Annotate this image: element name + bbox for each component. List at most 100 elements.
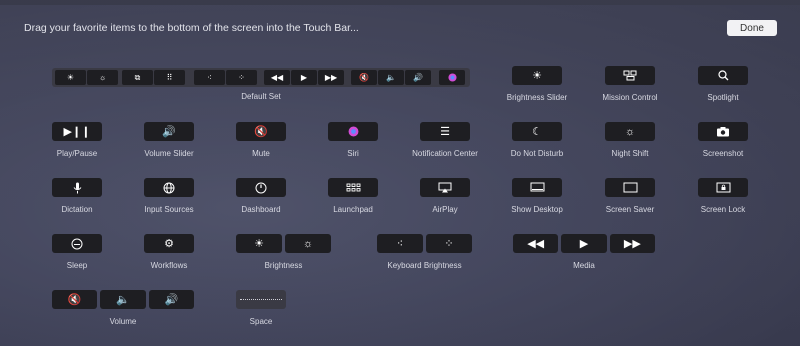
mute-icon: 🔇 [236,122,286,141]
play-icon: ▶ [291,70,317,85]
do-not-disturb-item[interactable]: ☾ Do Not Disturb [497,122,577,158]
default-set-label: Default Set [241,92,281,101]
input-sources-item[interactable]: Input Sources [129,178,209,214]
media-group: ◀◀ ▶ ▶▶ [264,70,344,85]
brightness-group: ☀ ☼ [55,70,118,85]
screen-saver-label: Screen Saver [605,205,655,214]
keyboard-brightness-label: Keyboard Brightness [387,261,462,270]
rewind-icon: ◀◀ [513,234,559,253]
screenshot-item[interactable]: Screenshot [683,122,763,158]
brightness-down-icon: ☀ [55,70,86,85]
volume-down-icon: 🔈 [100,290,146,309]
keyboard-brightness-up-icon: ⁘ [426,234,472,253]
gauge-icon [236,178,286,197]
mute-item[interactable]: 🔇 Mute [221,122,301,158]
workflows-label: Workflows [150,261,188,270]
keyboard-brightness-down-icon: ⁖ [377,234,423,253]
do-not-disturb-label: Do Not Disturb [510,149,564,158]
brightness-item[interactable]: ☀ ☼ Brightness [236,234,331,270]
airplay-label: AirPlay [432,205,458,214]
spotlight-item[interactable]: Spotlight [683,66,763,102]
sun-icon: ☀ [512,66,562,85]
mute-label: Mute [252,149,270,158]
volume-group: 🔇 🔈 🔊 [351,70,431,85]
siri-item[interactable]: Siri [313,122,393,158]
screen-saver-item[interactable]: Screen Saver [590,178,670,214]
volume-up-icon: 🔊 [148,290,194,309]
fast-forward-icon: ▶▶ [609,234,655,253]
brightness-up-icon: ☼ [87,70,118,85]
launchpad-icon: ⠿ [154,70,185,85]
launchpad-label: Launchpad [333,205,373,214]
screen-lock-label: Screen Lock [700,205,746,214]
play-pause-label: Play/Pause [56,149,98,158]
magnifier-icon [698,66,748,85]
screenshot-label: Screenshot [702,149,744,158]
spotlight-label: Spotlight [707,93,739,102]
siri-label: Siri [347,149,359,158]
space-item[interactable]: Space [221,290,301,326]
show-desktop-label: Show Desktop [511,205,563,214]
space-label: Space [249,317,273,326]
media-item[interactable]: ◀◀ ▶ ▶▶ Media [513,234,655,270]
list-icon: ☰ [420,122,470,141]
mission-control-label: Mission Control [602,93,658,102]
grid-icon [328,178,378,197]
siri-group [439,70,465,85]
workflows-item[interactable]: ⚙ Workflows [129,234,209,270]
siri-icon [328,122,378,141]
keyboard-brightness-down-icon: ⁖ [194,70,225,85]
play-icon: ▶ [561,234,607,253]
camera-icon [698,122,748,141]
mission-control-icon: ⧉ [122,70,153,85]
moon-icon: ☾ [512,122,562,141]
fast-forward-icon: ▶▶ [318,70,344,85]
airplay-icon [420,178,470,197]
keyboard-brightness-up-icon: ⁘ [226,70,257,85]
mission-control-group: ⧉ ⠿ [122,70,185,85]
screen-lock-item[interactable]: Screen Lock [683,178,763,214]
dictation-item[interactable]: Dictation [37,178,117,214]
night-shift-label: Night Shift [611,149,649,158]
volume-slider-label: Volume Slider [144,149,194,158]
desktop-icon [512,178,562,197]
space-key [236,290,286,309]
airplay-item[interactable]: AirPlay [405,178,485,214]
volume-down-icon: 🔈 [378,70,404,85]
notification-center-item[interactable]: ☰ Notification Center [405,122,485,158]
dashboard-label: Dashboard [241,205,281,214]
brightness-slider-item[interactable]: ☀ Brightness Slider [497,66,577,102]
volume-item[interactable]: 🔇 🔈 🔊 Volume [52,290,194,326]
volume-slider-item[interactable]: 🔊 Volume Slider [129,122,209,158]
play-pause-item[interactable]: ▶❙❙ Play/Pause [37,122,117,158]
keyboard-brightness-item[interactable]: ⁖ ⁘ Keyboard Brightness [377,234,472,270]
gear-icon: ⚙ [144,234,194,253]
mission-control-icon [605,66,655,85]
volume-label: Volume [109,317,137,326]
mission-control-item[interactable]: Mission Control [590,66,670,102]
play-pause-icon: ▶❙❙ [52,122,102,141]
media-label: Media [573,261,595,270]
done-button[interactable]: Done [727,20,777,36]
default-set-strip[interactable]: ☀ ☼ ⧉ ⠿ ⁖ ⁘ ◀◀ ▶ ▶▶ 🔇 🔈 🔊 Default Set [52,68,470,101]
space-dotted-line [240,299,282,300]
night-shift-item[interactable]: ☼ Night Shift [590,122,670,158]
mute-icon: 🔇 [52,290,98,309]
instruction-text: Drag your favorite items to the bottom o… [24,22,359,34]
brightness-label: Brightness [264,261,303,270]
lock-icon [698,178,748,197]
sleep-label: Sleep [66,261,88,270]
speaker-icon: 🔊 [144,122,194,141]
mute-icon: 🔇 [351,70,377,85]
brightness-up-icon: ☼ [285,234,331,253]
siri-icon [439,70,465,85]
show-desktop-item[interactable]: Show Desktop [497,178,577,214]
dashboard-item[interactable]: Dashboard [221,178,301,214]
sleep-icon [52,234,102,253]
globe-icon [144,178,194,197]
sleep-item[interactable]: Sleep [37,234,117,270]
launchpad-item[interactable]: Launchpad [313,178,393,214]
keyboard-brightness-group: ⁖ ⁘ [194,70,257,85]
screen-icon [605,178,655,197]
brightness-slider-label: Brightness Slider [506,93,568,102]
